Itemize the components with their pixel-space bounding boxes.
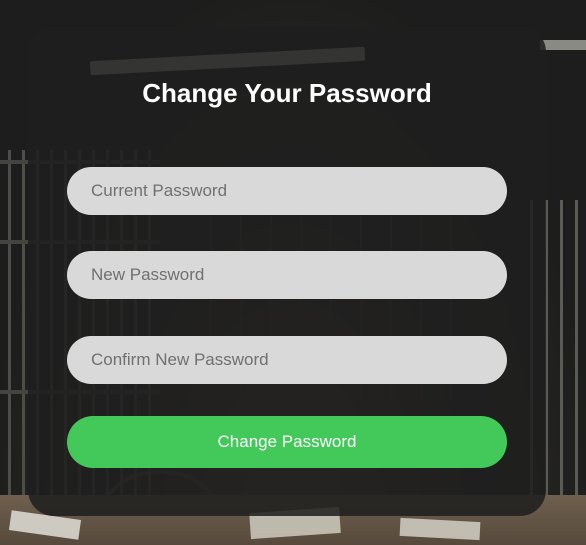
current-password-input[interactable] (67, 167, 507, 215)
change-password-button[interactable]: Change Password (67, 416, 507, 468)
confirm-password-input[interactable] (67, 336, 507, 384)
new-password-input[interactable] (67, 251, 507, 299)
page-title: Change Your Password (142, 78, 432, 108)
ceiling-light (540, 40, 586, 50)
